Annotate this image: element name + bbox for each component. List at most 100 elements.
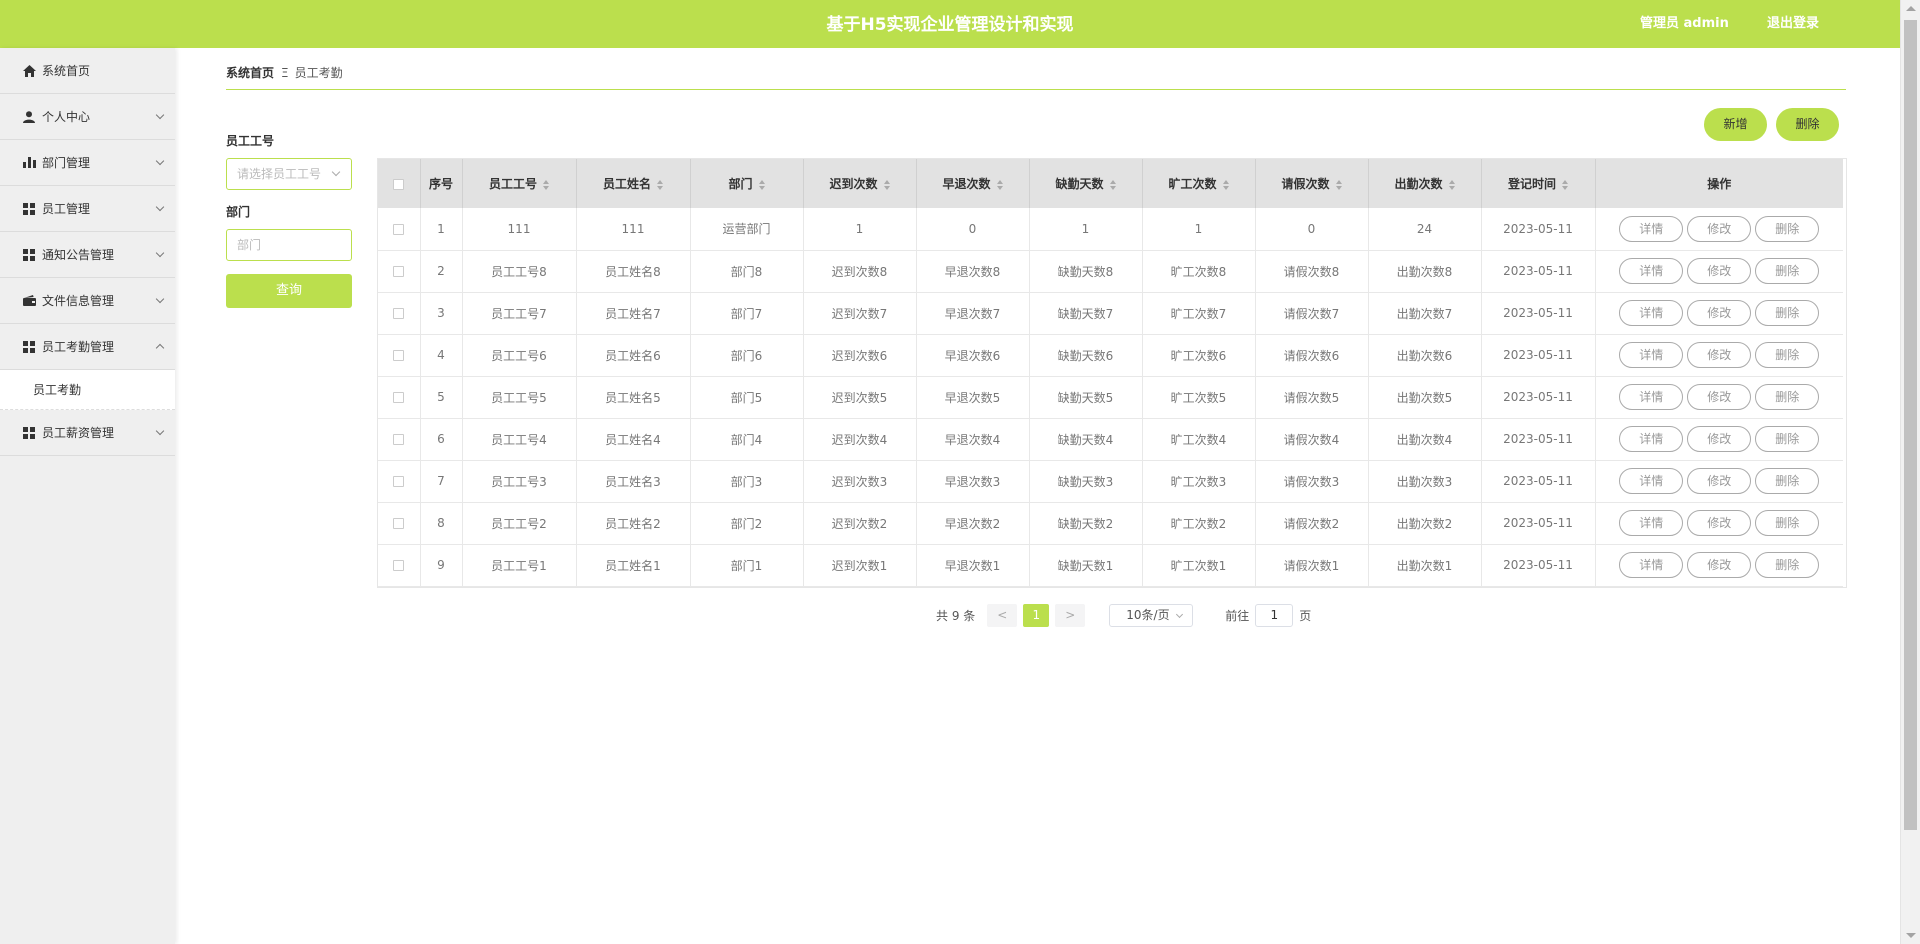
scroll-down-icon[interactable] — [1906, 933, 1916, 938]
sidebar-subitem-attendance[interactable]: 员工考勤 — [0, 370, 175, 410]
sort-icon[interactable] — [1562, 179, 1568, 190]
table-cell: 请假次数4 — [1255, 418, 1369, 460]
query-button[interactable]: 查询 — [226, 274, 352, 308]
prev-page-button[interactable]: < — [987, 603, 1018, 627]
row-checkbox[interactable] — [393, 308, 405, 319]
col-header-actions: 操作 — [1707, 177, 1732, 191]
delete-button[interactable]: 删除 — [1755, 426, 1820, 452]
delete-button[interactable]: 删除 — [1755, 510, 1820, 536]
sidebar-item-profile[interactable]: 个人中心 — [0, 94, 175, 140]
emp-no-label: 员工工号 — [226, 134, 275, 148]
table-cell: 早退次数1 — [916, 544, 1030, 586]
row-checkbox[interactable] — [393, 560, 405, 571]
sidebar-item-salary[interactable]: 员工薪资管理 — [0, 410, 175, 456]
table-cell: 员工工号1 — [462, 544, 577, 586]
col-header-absent[interactable]: 缺勤天数 — [1029, 159, 1143, 208]
edit-button[interactable]: 修改 — [1687, 342, 1752, 368]
detail-button[interactable]: 详情 — [1619, 426, 1684, 452]
edit-button[interactable]: 修改 — [1687, 468, 1752, 494]
detail-button[interactable]: 详情 — [1619, 510, 1684, 536]
goto-page-input[interactable] — [1255, 603, 1294, 627]
edit-button[interactable]: 修改 — [1687, 552, 1752, 578]
row-checkbox[interactable] — [393, 476, 405, 487]
sort-icon[interactable] — [996, 179, 1003, 190]
sort-icon[interactable] — [1109, 179, 1116, 190]
col-header-late[interactable]: 迟到次数 — [803, 159, 917, 208]
delete-button[interactable]: 删除 — [1755, 468, 1820, 494]
col-header-dept[interactable]: 部门 — [690, 159, 804, 208]
edit-button[interactable]: 修改 — [1687, 258, 1752, 284]
row-checkbox[interactable] — [393, 518, 405, 529]
table-cell: 1 — [420, 208, 463, 250]
delete-button[interactable]: 删除 — [1755, 342, 1820, 368]
row-actions-cell: 详情 修改 删除 — [1595, 544, 1843, 586]
logout-link[interactable]: 退出登录 — [1767, 0, 1819, 48]
select-all-checkbox[interactable] — [393, 178, 405, 190]
edit-button[interactable]: 修改 — [1687, 510, 1752, 536]
scrollbar-thumb[interactable] — [1904, 20, 1917, 830]
table-cell: 2023-05-11 — [1481, 544, 1596, 586]
sidebar-item-attendance[interactable]: 员工考勤管理 — [0, 324, 175, 370]
edit-button[interactable]: 修改 — [1687, 426, 1752, 452]
col-header-emp-no[interactable]: 员工工号 — [462, 159, 577, 208]
table-cell: 出勤次数4 — [1368, 418, 1482, 460]
batch-delete-button[interactable]: 删除 — [1776, 108, 1839, 141]
sort-icon[interactable] — [883, 179, 890, 190]
delete-button[interactable]: 删除 — [1755, 215, 1820, 242]
breadcrumb-home[interactable]: 系统首页 — [226, 64, 274, 81]
detail-button[interactable]: 详情 — [1619, 342, 1684, 368]
col-header-early[interactable]: 早退次数 — [916, 159, 1030, 208]
next-page-button[interactable]: > — [1055, 603, 1086, 627]
detail-button[interactable]: 详情 — [1619, 384, 1684, 410]
delete-button[interactable]: 删除 — [1755, 552, 1820, 578]
sidebar-item-employee[interactable]: 员工管理 — [0, 186, 175, 232]
add-button[interactable]: 新增 — [1704, 108, 1767, 141]
grid-icon — [22, 426, 36, 440]
page-number-1[interactable]: 1 — [1023, 603, 1050, 627]
dept-input[interactable] — [226, 229, 352, 261]
sort-icon[interactable] — [758, 179, 765, 190]
col-header-leave[interactable]: 请假次数 — [1255, 159, 1369, 208]
row-checkbox[interactable] — [393, 223, 405, 235]
sort-icon[interactable] — [1335, 179, 1342, 190]
sidebar-item-notice[interactable]: 通知公告管理 — [0, 232, 175, 278]
row-actions-cell: 详情 修改 删除 — [1595, 460, 1843, 502]
delete-button[interactable]: 删除 — [1755, 300, 1820, 326]
sort-icon[interactable] — [657, 179, 663, 190]
edit-button[interactable]: 修改 — [1687, 384, 1752, 410]
detail-button[interactable]: 详情 — [1619, 468, 1684, 494]
row-checkbox[interactable] — [393, 434, 405, 445]
edit-button[interactable]: 修改 — [1687, 300, 1752, 326]
page-size-select[interactable]: 10条/页 — [1109, 603, 1194, 627]
table-cell: 部门1 — [690, 544, 804, 586]
col-header-present[interactable]: 出勤次数 — [1368, 159, 1482, 208]
edit-button[interactable]: 修改 — [1687, 215, 1752, 242]
row-checkbox[interactable] — [393, 266, 405, 277]
page-scrollbar[interactable] — [1900, 0, 1920, 944]
sidebar-item-home[interactable]: 系统首页 — [0, 48, 175, 94]
detail-button[interactable]: 详情 — [1619, 552, 1684, 578]
row-actions-cell: 详情 修改 删除 — [1595, 208, 1843, 250]
col-header-register-time[interactable]: 登记时间 — [1481, 159, 1596, 208]
detail-button[interactable]: 详情 — [1619, 215, 1684, 242]
detail-button[interactable]: 详情 — [1619, 300, 1684, 326]
table-cell: 2023-05-11 — [1481, 208, 1596, 250]
row-checkbox[interactable] — [393, 350, 405, 361]
table-cell: 8 — [420, 502, 463, 544]
sidebar-item-department[interactable]: 部门管理 — [0, 140, 175, 186]
col-header-emp-name[interactable]: 员工姓名 — [576, 159, 691, 208]
table-cell: 部门4 — [690, 418, 804, 460]
sort-icon[interactable] — [543, 179, 549, 190]
sort-icon[interactable] — [1222, 179, 1229, 190]
attendance-table: 序号 员工工号 员工姓名 部门 迟到次数 早退次数 缺勤天数 旷工次数 请假次数… — [377, 158, 1847, 588]
table-cell: 请假次数6 — [1255, 334, 1369, 376]
col-header-truancy[interactable]: 旷工次数 — [1142, 159, 1256, 208]
sidebar-item-files[interactable]: 文件信息管理 — [0, 278, 175, 324]
sort-icon[interactable] — [1448, 179, 1455, 190]
row-checkbox[interactable] — [393, 392, 405, 403]
scroll-up-icon[interactable] — [1906, 6, 1916, 11]
delete-button[interactable]: 删除 — [1755, 258, 1820, 284]
emp-no-select[interactable]: 请选择员工工号 — [226, 158, 352, 190]
detail-button[interactable]: 详情 — [1619, 258, 1684, 284]
delete-button[interactable]: 删除 — [1755, 384, 1820, 410]
